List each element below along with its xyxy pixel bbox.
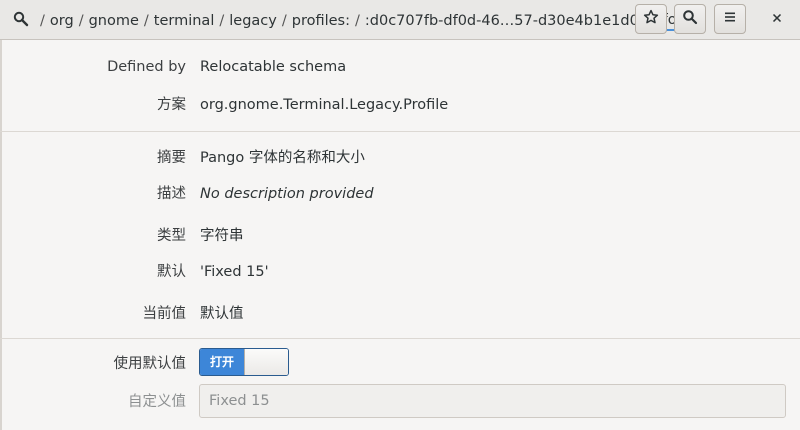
menu-button[interactable] bbox=[714, 4, 746, 34]
close-button[interactable] bbox=[765, 8, 789, 32]
switch-on-label: 打开 bbox=[200, 349, 244, 375]
custom-value-field[interactable]: Fixed 15 bbox=[199, 384, 786, 418]
use-default-switch[interactable]: 打开 bbox=[199, 348, 289, 376]
breadcrumb-item-profile-id[interactable]: :d0c707fb-df0d-46…57-d30e4b1e1d0e bbox=[365, 13, 648, 29]
breadcrumb: / org / gnome / terminal / legacy / prof… bbox=[35, 10, 692, 32]
close-icon bbox=[770, 11, 784, 29]
use-default-label: 使用默认值 bbox=[113, 356, 187, 372]
breadcrumb-item-legacy[interactable]: legacy bbox=[229, 13, 277, 29]
schema-row: 方案 org.gnome.Terminal.Legacy.Profile bbox=[0, 93, 800, 117]
breadcrumb-separator: / bbox=[219, 13, 225, 29]
schema-value: org.gnome.Terminal.Legacy.Profile bbox=[200, 97, 449, 113]
summary-row: 摘要 Pango 字体的名称和大小 bbox=[0, 146, 800, 170]
type-row: 类型 字符串 bbox=[0, 224, 800, 248]
header-bar: / org / gnome / terminal / legacy / prof… bbox=[0, 0, 800, 40]
custom-value-label: 自定义值 bbox=[128, 394, 186, 410]
breadcrumb-separator: / bbox=[281, 13, 287, 29]
section-divider bbox=[0, 338, 800, 339]
section-divider bbox=[0, 131, 800, 132]
breadcrumb-separator: / bbox=[143, 13, 149, 29]
description-value: No description provided bbox=[200, 186, 374, 202]
bookmark-button[interactable] bbox=[635, 4, 667, 34]
current-value-value: 默认值 bbox=[200, 306, 244, 322]
breadcrumb-item-gnome[interactable]: gnome bbox=[89, 13, 139, 29]
default-value: 'Fixed 15' bbox=[200, 264, 269, 280]
type-value: 字符串 bbox=[200, 228, 244, 244]
search-button[interactable] bbox=[674, 4, 706, 34]
current-value-row: 当前值 默认值 bbox=[0, 302, 800, 326]
breadcrumb-item-terminal[interactable]: terminal bbox=[154, 13, 215, 29]
default-label: 默认 bbox=[157, 264, 186, 280]
defined-by-row: Defined by Relocatable schema bbox=[0, 55, 800, 79]
summary-label: 摘要 bbox=[157, 150, 186, 166]
defined-by-value: Relocatable schema bbox=[200, 59, 347, 75]
search-icon bbox=[682, 9, 698, 29]
breadcrumb-separator: / bbox=[40, 13, 45, 29]
breadcrumb-item-org[interactable]: org bbox=[50, 13, 74, 29]
breadcrumb-separator: / bbox=[78, 13, 84, 29]
schema-label: 方案 bbox=[157, 97, 186, 113]
breadcrumb-item-profiles[interactable]: profiles: bbox=[292, 13, 350, 29]
star-icon bbox=[643, 9, 659, 29]
use-default-row: 使用默认值 bbox=[0, 352, 800, 376]
summary-value: Pango 字体的名称和大小 bbox=[200, 150, 365, 166]
type-label: 类型 bbox=[157, 228, 186, 244]
defined-by-label: Defined by bbox=[107, 59, 186, 75]
current-value-label: 当前值 bbox=[142, 306, 187, 322]
default-row: 默认 'Fixed 15' bbox=[0, 260, 800, 284]
hamburger-menu-icon bbox=[722, 9, 738, 29]
description-row: 描述 No description provided bbox=[0, 182, 800, 206]
dconf-search-icon bbox=[13, 11, 29, 27]
switch-knob[interactable] bbox=[244, 349, 288, 375]
description-label: 描述 bbox=[157, 186, 186, 202]
breadcrumb-separator: / bbox=[354, 13, 360, 29]
